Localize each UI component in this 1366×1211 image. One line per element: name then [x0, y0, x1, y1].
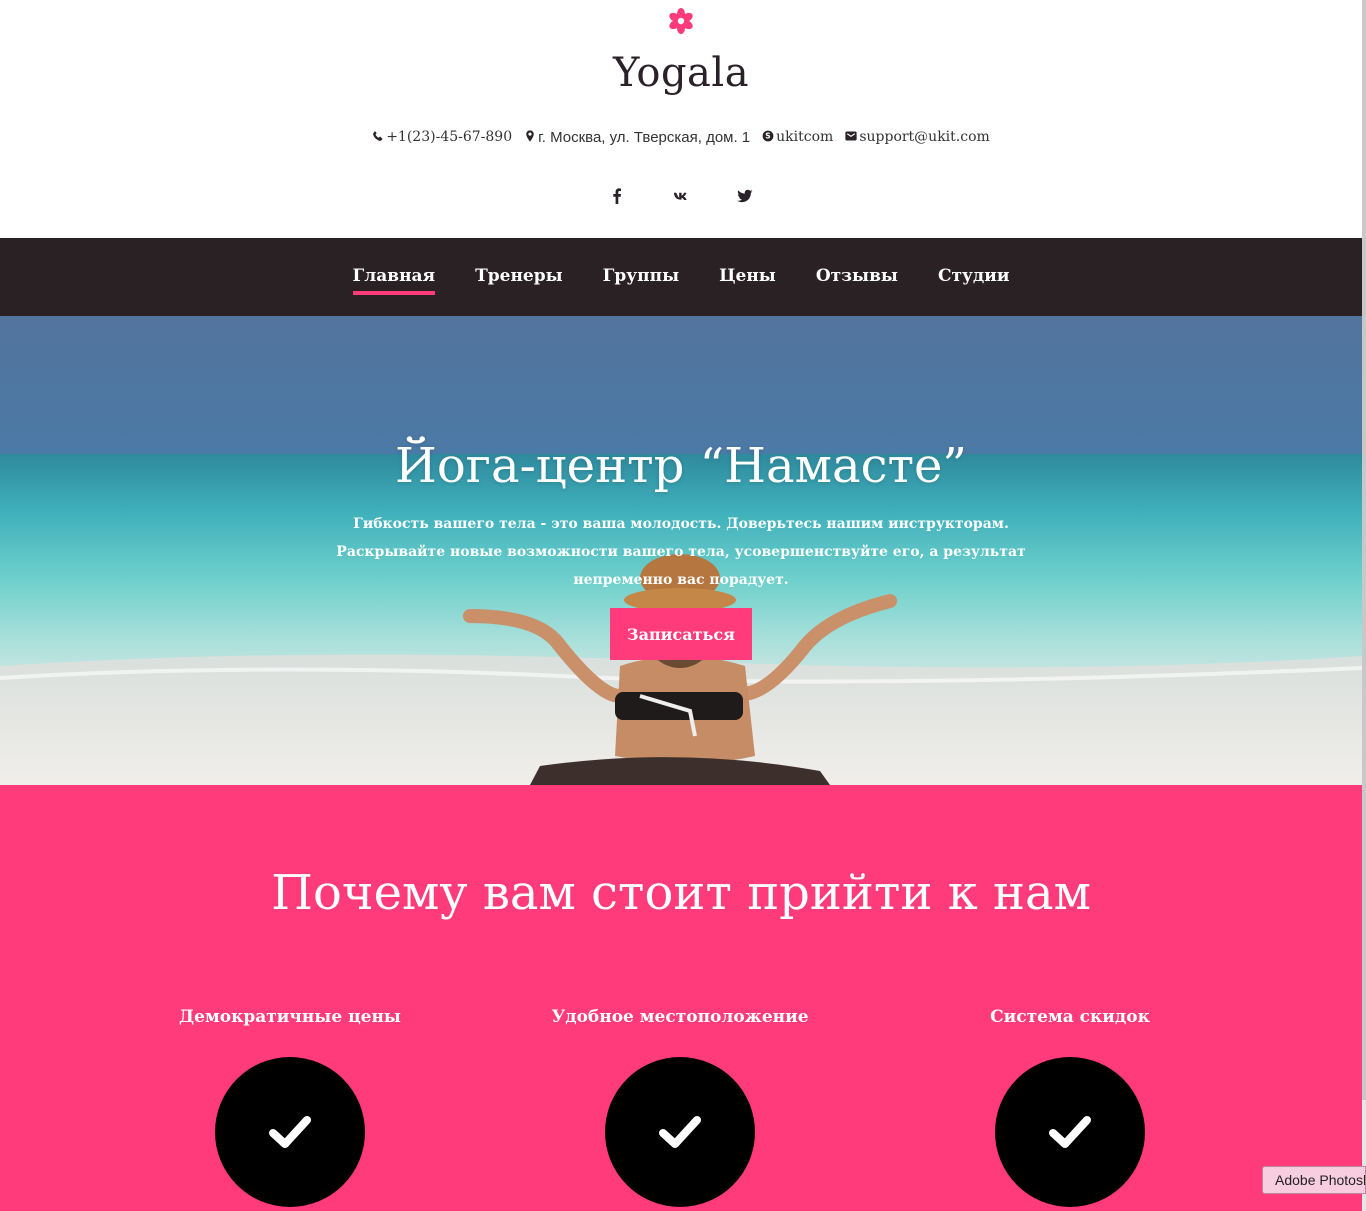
feature-item-prices: Демократичные цены: [140, 1007, 440, 1207]
envelope-icon: [845, 128, 857, 146]
skype-icon: S: [762, 128, 774, 146]
nav-item-groups[interactable]: Группы: [603, 266, 679, 306]
flower-icon[interactable]: [666, 6, 696, 36]
why-us-section: Почему вам стоит прийти к нам Демократич…: [0, 785, 1362, 1211]
nav-item-prices[interactable]: Цены: [719, 266, 776, 306]
phone-text: +1(23)-45-67-890: [386, 129, 513, 145]
skype-text: ukitcom: [776, 129, 834, 145]
nav-item-home[interactable]: Главная: [352, 266, 435, 306]
main-navigation: Главная Тренеры Группы Цены Отзывы Студи…: [0, 238, 1362, 316]
phone-contact[interactable]: +1(23)-45-67-890: [372, 128, 512, 146]
facebook-icon[interactable]: [607, 186, 627, 206]
hero-title: Йога-центр “Намасте”: [395, 438, 967, 494]
social-links: [0, 186, 1362, 206]
vertical-scrollbar[interactable]: [1362, 0, 1366, 1211]
feature-item-discounts: Система скидок: [920, 1007, 1220, 1207]
feature-label: Демократичные цены: [179, 1007, 401, 1027]
signup-button[interactable]: Записаться: [610, 608, 752, 660]
check-icon: [995, 1057, 1145, 1207]
twitter-icon[interactable]: [735, 186, 755, 206]
feature-label: Удобное местоположение: [551, 1007, 809, 1027]
email-contact[interactable]: support@ukit.com: [845, 128, 990, 146]
feature-label: Система скидок: [990, 1007, 1150, 1027]
site-title[interactable]: Yogala: [0, 50, 1362, 96]
check-icon: [215, 1057, 365, 1207]
phone-icon: [372, 128, 384, 146]
section-title: Почему вам стоит прийти к нам: [271, 865, 1091, 921]
vk-icon[interactable]: [671, 186, 691, 206]
hero-description: Гибкость вашего тела - это ваша молодост…: [336, 516, 1026, 588]
nav-item-trainers[interactable]: Тренеры: [475, 266, 563, 306]
scrollbar-thumb[interactable]: [1362, 0, 1366, 1100]
feature-item-location: Удобное местоположение: [530, 1007, 830, 1207]
check-icon: [605, 1057, 755, 1207]
app-tooltip: Adobe Photoshop: [1262, 1166, 1366, 1194]
nav-item-studios[interactable]: Студии: [938, 266, 1010, 306]
contact-bar: +1(23)-45-67-890 г. Москва, ул. Тверская…: [0, 128, 1362, 146]
address-contact[interactable]: г. Москва, ул. Тверская, дом. 1: [524, 128, 750, 146]
address-text: г. Москва, ул. Тверская, дом. 1: [538, 128, 751, 146]
svg-text:S: S: [765, 132, 770, 141]
site-header: Yogala +1(23)-45-67-890 г. Москва, ул. Т…: [0, 0, 1366, 238]
skype-contact[interactable]: S ukitcom: [762, 128, 833, 146]
nav-item-reviews[interactable]: Отзывы: [816, 266, 898, 306]
email-text: support@ukit.com: [859, 129, 990, 145]
map-pin-icon: [524, 128, 536, 146]
